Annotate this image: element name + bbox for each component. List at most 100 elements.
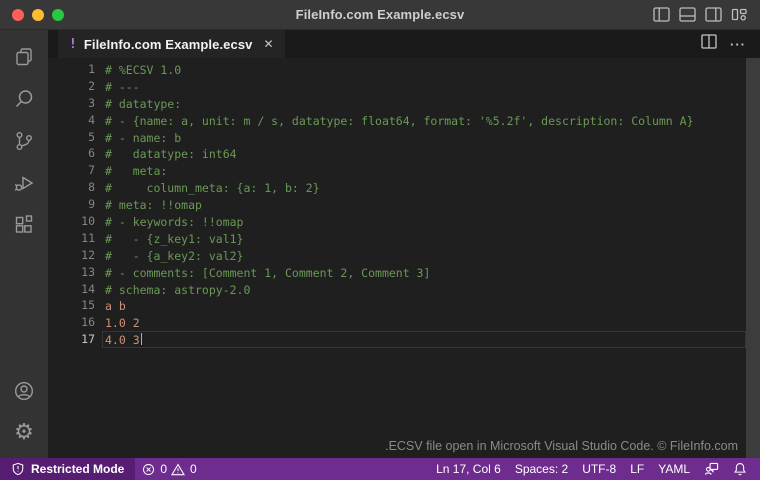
line-text: 1.0 2 <box>102 314 746 331</box>
code-editor[interactable]: 1 # %ECSV 1.0 2 # ---3# datatype:4 # - {name… <box>48 58 760 458</box>
line-text: # - comments: [Comment 1, Comment 2, Com… <box>102 264 746 281</box>
run-and-debug-icon[interactable] <box>0 162 48 204</box>
line-text: a b <box>102 297 746 314</box>
main-area: ⚙ ! FileInfo.com Example.ecsv ✕ ··· <box>0 30 760 458</box>
cursor-position-status[interactable]: Ln 17, Col 6 <box>429 458 508 480</box>
editor-actions: ··· <box>701 30 760 58</box>
tab-label: FileInfo.com Example.ecsv <box>84 37 253 52</box>
code-line[interactable]: 14# schema: astropy-2.0 <box>48 281 746 298</box>
errors-icon <box>142 463 155 476</box>
customize-layout-icon[interactable] <box>731 7 748 22</box>
line-text: 4.0 3 <box>102 331 746 348</box>
editor-scrollbar[interactable] <box>746 58 760 458</box>
zoom-window-button[interactable] <box>52 9 64 21</box>
code-line[interactable]: 16 1.0 2 <box>48 314 746 331</box>
eol-status[interactable]: LF <box>623 458 651 480</box>
minimize-window-button[interactable] <box>32 9 44 21</box>
notifications-bell-icon[interactable] <box>726 458 754 480</box>
error-count: 0 <box>160 462 167 476</box>
layout-controls <box>653 7 760 22</box>
line-number: 11 <box>48 230 95 247</box>
status-bar-left: Restricted Mode 0 0 <box>0 458 204 480</box>
encoding-status[interactable]: UTF-8 <box>575 458 623 480</box>
close-window-button[interactable] <box>12 9 24 21</box>
line-text: # meta: !!omap <box>102 196 746 213</box>
warnings-icon <box>171 463 185 476</box>
more-actions-icon[interactable]: ··· <box>730 37 746 52</box>
line-text: # --- <box>102 78 746 95</box>
warning-count: 0 <box>190 462 197 476</box>
feedback-icon[interactable] <box>697 458 726 480</box>
traffic-lights <box>0 9 64 21</box>
search-icon[interactable] <box>0 78 48 120</box>
restricted-mode-label: Restricted Mode <box>31 462 124 476</box>
settings-gear-icon[interactable]: ⚙ <box>0 412 48 454</box>
code-line[interactable]: 3# datatype: <box>48 95 746 112</box>
code-line[interactable]: 4 # - {name: a, unit: m / s, datatype: fl… <box>48 112 746 129</box>
status-bar-right: Ln 17, Col 6 Spaces: 2 UTF-8 LF YAML <box>429 458 760 480</box>
line-number: 17 <box>48 331 95 348</box>
line-number: 16 <box>48 314 95 331</box>
line-text: # - {z_key1: val1} <box>102 230 746 247</box>
toggle-primary-sidebar-icon[interactable] <box>653 7 670 22</box>
code-line[interactable]: 11 # - {z_key1: val1} <box>48 230 746 247</box>
status-bar: Restricted Mode 0 0 Ln 17, Col 6 Spaces:… <box>0 458 760 480</box>
editor-group: ! FileInfo.com Example.ecsv ✕ ··· 1 # %EC… <box>48 30 760 458</box>
problems-status[interactable]: 0 0 <box>135 458 203 480</box>
title-bar: FileInfo.com Example.ecsv <box>0 0 760 30</box>
toggle-panel-icon[interactable] <box>679 7 696 22</box>
window-title: FileInfo.com Example.ecsv <box>0 7 760 22</box>
explorer-icon[interactable] <box>0 36 48 78</box>
code-line[interactable]: 10 # - keywords: !!omap <box>48 213 746 230</box>
code-line[interactable]: 13# - comments: [Comment 1, Comment 2, C… <box>48 264 746 281</box>
code-line[interactable]: 8 # column_meta: {a: 1, b: 2} <box>48 179 746 196</box>
line-text: # %ECSV 1.0 <box>102 61 746 78</box>
line-number: 12 <box>48 247 95 264</box>
line-number: 1 <box>48 61 95 78</box>
split-editor-icon[interactable] <box>701 34 717 54</box>
line-number: 5 <box>48 129 95 146</box>
yaml-file-icon: ! <box>69 37 77 52</box>
code-line[interactable]: 7 # meta: <box>48 162 746 179</box>
code-line[interactable]: 12 # - {a_key2: val2} <box>48 247 746 264</box>
line-text: # schema: astropy-2.0 <box>102 281 746 298</box>
line-text: # datatype: <box>102 95 746 112</box>
line-text: # - name: b <box>102 129 746 146</box>
code-line[interactable]: 6 # datatype: int64 <box>48 145 746 162</box>
code-line[interactable]: 1 # %ECSV 1.0 <box>48 61 746 78</box>
tab-fileinfo-example[interactable]: ! FileInfo.com Example.ecsv ✕ <box>58 30 285 58</box>
shield-warning-icon <box>11 462 25 476</box>
code-line[interactable]: 15 a b <box>48 297 746 314</box>
code-line[interactable]: 5 # - name: b <box>48 129 746 146</box>
accounts-icon[interactable] <box>0 370 48 412</box>
line-number: 9 <box>48 196 95 213</box>
line-number: 10 <box>48 213 95 230</box>
code-line[interactable]: 17 4.0 3 <box>48 331 746 348</box>
extensions-icon[interactable] <box>0 204 48 246</box>
vscode-window: FileInfo.com Example.ecsv <box>0 0 760 480</box>
close-tab-icon[interactable]: ✕ <box>264 37 274 51</box>
line-number: 6 <box>48 145 95 162</box>
language-mode-status[interactable]: YAML <box>651 458 697 480</box>
line-number: 15 <box>48 297 95 314</box>
restricted-mode-badge[interactable]: Restricted Mode <box>0 458 135 480</box>
indentation-status[interactable]: Spaces: 2 <box>508 458 575 480</box>
line-text: # - {a_key2: val2} <box>102 247 746 264</box>
line-text: # meta: <box>102 162 746 179</box>
line-text: # datatype: int64 <box>102 145 746 162</box>
code-line[interactable]: 9 # meta: !!omap <box>48 196 746 213</box>
line-number: 7 <box>48 162 95 179</box>
text-cursor <box>141 333 143 345</box>
line-number: 8 <box>48 179 95 196</box>
code-lines: 1 # %ECSV 1.0 2 # ---3# datatype:4 # - {name… <box>48 61 746 348</box>
line-text: # column_meta: {a: 1, b: 2} <box>102 179 746 196</box>
line-number: 2 <box>48 78 95 95</box>
source-control-icon[interactable] <box>0 120 48 162</box>
line-number: 4 <box>48 112 95 129</box>
line-text: # - {name: a, unit: m / s, datatype: flo… <box>102 112 746 129</box>
code-line[interactable]: 2 # --- <box>48 78 746 95</box>
activity-bar: ⚙ <box>0 30 48 458</box>
toggle-secondary-sidebar-icon[interactable] <box>705 7 722 22</box>
tab-bar: ! FileInfo.com Example.ecsv ✕ ··· <box>48 30 760 58</box>
line-text: # - keywords: !!omap <box>102 213 746 230</box>
